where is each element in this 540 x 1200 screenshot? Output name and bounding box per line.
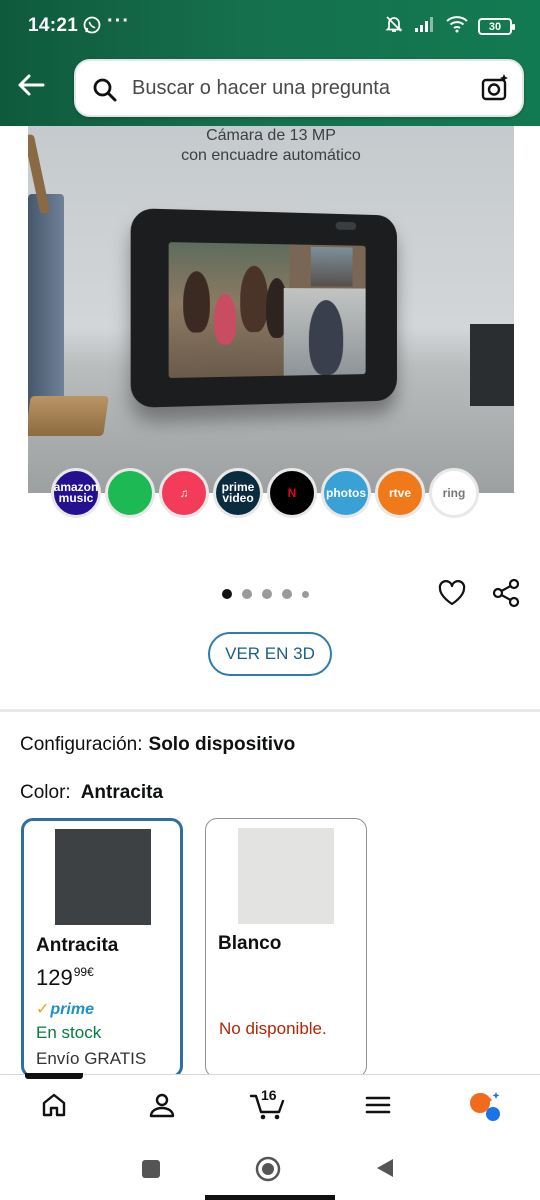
view-in-3d-button[interactable]: VER EN 3D bbox=[208, 632, 332, 676]
color-value: Antracita bbox=[80, 782, 164, 803]
video-call-woman bbox=[310, 246, 353, 287]
product-page: 14:21 ··· 30 Buscar o hacer una pregunta… bbox=[0, 0, 540, 1200]
color-option-name: Antracita bbox=[36, 935, 119, 956]
availability-status: No disponible. bbox=[219, 1019, 327, 1038]
cutting-board bbox=[28, 396, 109, 436]
price-fraction: 99 bbox=[73, 965, 88, 979]
video-call-family bbox=[168, 242, 290, 379]
rufus-assistant-icon[interactable] bbox=[467, 1089, 503, 1128]
recent-apps-icon[interactable] bbox=[141, 1159, 161, 1184]
color-row: Color: Antracita bbox=[20, 782, 163, 804]
back-triangle-icon[interactable] bbox=[374, 1157, 396, 1184]
cart-count: 16 bbox=[261, 1087, 277, 1103]
color-swatch-antracita bbox=[55, 829, 151, 925]
app-logo-7: ring bbox=[429, 468, 479, 518]
bottom-tab-bar: 16 bbox=[0, 1073, 540, 1142]
account-icon[interactable] bbox=[148, 1091, 176, 1124]
price-currency: € bbox=[87, 965, 94, 979]
heart-icon[interactable] bbox=[437, 578, 467, 613]
stock-status: En stock bbox=[36, 1023, 102, 1042]
price: 12999€ bbox=[36, 965, 94, 991]
configuration-label: Configuración: bbox=[20, 734, 143, 755]
video-call-man bbox=[283, 288, 366, 376]
device-camera bbox=[335, 221, 357, 231]
bell-muted-icon bbox=[384, 14, 404, 39]
image-pagination-dots[interactable] bbox=[222, 589, 309, 599]
status-right-icons: 30 bbox=[384, 14, 515, 39]
pagination-dot[interactable] bbox=[242, 589, 252, 599]
app-logo-1 bbox=[105, 468, 155, 518]
camera-search-icon[interactable] bbox=[480, 73, 510, 108]
configuration-value: Solo dispositivo bbox=[148, 734, 296, 755]
image-caption-line1: Cámara de 13 MP bbox=[206, 127, 336, 144]
app-logo-6: rtve bbox=[375, 468, 425, 518]
app-logo-5: photos bbox=[321, 468, 371, 518]
gesture-bar bbox=[205, 1195, 335, 1200]
app-logos-row: amazon music ♫ prime video Nphotos rtve ring bbox=[51, 468, 479, 518]
section-divider bbox=[0, 709, 540, 712]
app-logo-3: prime video bbox=[213, 468, 263, 518]
app-logo-0: amazon music bbox=[51, 468, 101, 518]
status-time: 14:21 bbox=[28, 15, 79, 36]
prime-check-icon: ✓ bbox=[36, 1001, 50, 1018]
image-caption-line2: con encuadre automático bbox=[181, 147, 361, 164]
app-header: 14:21 ··· 30 Buscar o hacer una pregunta bbox=[0, 0, 540, 126]
color-label: Color: bbox=[20, 782, 71, 803]
product-image[interactable]: Cámara de 13 MP con encuadre automático bbox=[28, 126, 514, 493]
search-icon bbox=[92, 77, 118, 108]
wifi-icon bbox=[446, 15, 468, 38]
search-placeholder: Buscar o hacer una pregunta bbox=[132, 77, 390, 99]
home-circle-icon[interactable] bbox=[255, 1156, 281, 1187]
color-option-blanco[interactable]: Blanco No disponible. bbox=[205, 818, 367, 1078]
prime-label: prime bbox=[50, 1001, 94, 1018]
search-bar[interactable]: Buscar o hacer una pregunta bbox=[74, 59, 524, 117]
menu-icon[interactable] bbox=[364, 1091, 392, 1124]
color-option-name: Blanco bbox=[218, 933, 282, 954]
signal-icon bbox=[414, 15, 436, 38]
pagination-dot[interactable] bbox=[282, 589, 292, 599]
more-notifications-icon: ··· bbox=[107, 10, 130, 32]
battery-icon: 30 bbox=[478, 18, 515, 35]
color-swatch-blanco bbox=[238, 828, 334, 924]
status-bar: 14:21 ··· 30 bbox=[0, 0, 540, 52]
side-object bbox=[470, 324, 514, 406]
share-icon[interactable] bbox=[491, 578, 521, 613]
pagination-dot[interactable] bbox=[222, 589, 232, 599]
prime-badge: ✓prime bbox=[36, 999, 94, 1019]
whatsapp-notification-icon bbox=[83, 16, 101, 39]
color-option-antracita[interactable]: Antracita 12999€ ✓prime En stock Envío G… bbox=[21, 818, 183, 1078]
system-navigation-bar bbox=[0, 1142, 540, 1200]
configuration-row: Configuración: Solo dispositivo bbox=[20, 734, 295, 756]
back-arrow-icon[interactable] bbox=[14, 68, 48, 102]
home-icon[interactable] bbox=[40, 1091, 68, 1124]
image-caption: Cámara de 13 MP con encuadre automático bbox=[28, 126, 514, 166]
active-tab-indicator bbox=[25, 1073, 83, 1079]
echo-show-device bbox=[130, 208, 397, 408]
pagination-dot[interactable] bbox=[302, 590, 309, 598]
app-logo-2: ♫ bbox=[159, 468, 209, 518]
price-whole: 129 bbox=[36, 965, 73, 990]
pagination-dot[interactable] bbox=[262, 589, 272, 599]
device-screen bbox=[168, 242, 366, 379]
shipping-info: Envío GRATIS bbox=[36, 1049, 147, 1068]
app-logo-4: N bbox=[267, 468, 317, 518]
